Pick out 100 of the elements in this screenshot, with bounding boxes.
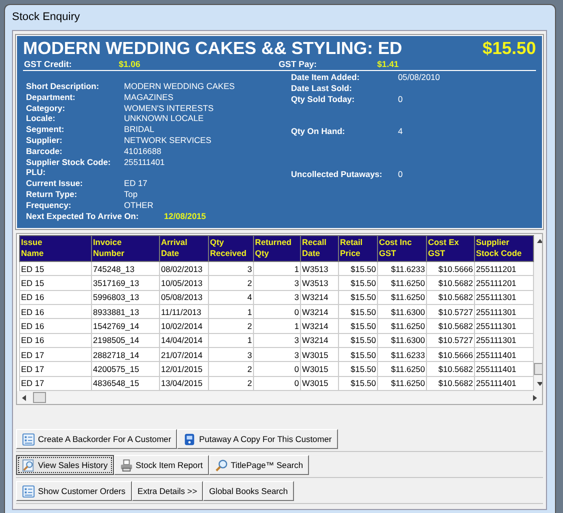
column-header[interactable]: Qty Received bbox=[208, 236, 254, 262]
device-icon bbox=[183, 432, 196, 446]
table-cell: 745248_13 bbox=[92, 262, 160, 276]
table-cell: W3214 bbox=[300, 318, 338, 334]
table-cell: $10.5666 bbox=[426, 262, 474, 276]
toolbar-button[interactable]: View Sales History bbox=[16, 455, 114, 475]
table-cell: W3513 bbox=[300, 276, 338, 290]
scroll-right-icon[interactable] bbox=[532, 394, 538, 402]
table-cell: 2882718_14 bbox=[92, 347, 160, 362]
column-header[interactable]: Supplier Stock Code bbox=[474, 236, 534, 262]
table-cell: 1 bbox=[254, 318, 300, 334]
table-cell: ED 17 bbox=[20, 362, 92, 376]
table-cell: $11.6250 bbox=[378, 362, 426, 376]
table-cell: $10.5727 bbox=[426, 333, 474, 348]
table-cell: 0 bbox=[254, 304, 300, 319]
table-cell: 12/01/2015 bbox=[160, 362, 208, 376]
toolbar-button[interactable]: Create A Backorder For A Customer bbox=[16, 429, 178, 449]
table-cell: $15.50 bbox=[338, 262, 378, 276]
table-cell: $10.5682 bbox=[426, 362, 474, 376]
column-header[interactable]: Cost Ex GST bbox=[426, 236, 474, 262]
table-cell: ED 16 bbox=[20, 333, 92, 348]
table-cell: 10/02/2014 bbox=[160, 318, 208, 334]
table-cell: 2 bbox=[208, 318, 254, 334]
table-cell: 3 bbox=[254, 290, 300, 304]
column-header[interactable]: Retail Price bbox=[338, 236, 378, 262]
field-value: OTHER bbox=[124, 200, 154, 211]
scroll-up-icon[interactable] bbox=[536, 238, 542, 244]
field-label: Category: bbox=[26, 102, 66, 114]
field-label: Locale: bbox=[26, 113, 56, 124]
field-value: 255111401 bbox=[124, 156, 165, 168]
search-icon bbox=[214, 458, 228, 472]
search-icon bbox=[22, 458, 35, 472]
field-value: 05/08/2010 bbox=[398, 72, 440, 83]
scroll-left-icon[interactable] bbox=[21, 394, 27, 402]
column-header[interactable]: Invoice Number bbox=[92, 236, 160, 262]
field-label: Date Last Sold: bbox=[291, 82, 353, 94]
toolbar-button[interactable]: TitlePage™ Search bbox=[208, 455, 310, 475]
field-label: GST Credit: bbox=[23, 59, 73, 69]
table-cell: 11/11/2013 bbox=[160, 304, 208, 319]
column-header[interactable]: Cost Inc GST bbox=[378, 236, 426, 262]
column-header[interactable]: Recall Date bbox=[300, 236, 338, 262]
table-cell: 4 bbox=[208, 290, 254, 304]
toolbar-button[interactable]: Putaway A Copy For This Customer bbox=[177, 429, 338, 449]
table-cell: 3 bbox=[254, 276, 300, 290]
list-icon bbox=[22, 484, 35, 498]
toolbar-button[interactable]: Extra Details >> bbox=[132, 481, 204, 501]
table-cell: W3015 bbox=[300, 362, 338, 376]
table-cell: ED 15 bbox=[20, 276, 92, 290]
field-value: UNKNOWN LOCALE bbox=[124, 113, 204, 124]
table-cell: 1542769_14 bbox=[92, 318, 160, 334]
field-label: Segment: bbox=[26, 124, 66, 135]
table-cell: $10.5682 bbox=[426, 318, 474, 334]
table-cell: $15.50 bbox=[338, 276, 378, 290]
table-cell: W3513 bbox=[300, 262, 338, 276]
column-header[interactable]: Arrival Date bbox=[160, 236, 208, 262]
list-icon bbox=[22, 432, 35, 446]
table-cell: $11.6250 bbox=[378, 276, 426, 290]
scroll-down-icon[interactable] bbox=[536, 381, 542, 387]
field-label: Barcode: bbox=[26, 146, 64, 157]
table-cell: W3015 bbox=[300, 347, 338, 362]
field-value: WOMEN'S INTERESTS bbox=[124, 102, 214, 114]
table-cell: 5996803_13 bbox=[92, 290, 160, 304]
horizontal-scrollbar[interactable] bbox=[17, 391, 542, 404]
toolbar-button[interactable]: Stock Item Report bbox=[114, 455, 209, 475]
table-cell: W3214 bbox=[300, 304, 338, 319]
table-cell: $11.6300 bbox=[378, 304, 426, 319]
table-cell: 1 bbox=[254, 262, 300, 276]
table-cell: 255111201 bbox=[474, 276, 534, 290]
table-cell: $11.6233 bbox=[378, 262, 426, 276]
scroll-thumb[interactable] bbox=[33, 392, 46, 403]
table-cell: $15.50 bbox=[338, 333, 378, 348]
column-header[interactable]: Issue Name bbox=[20, 236, 92, 262]
toolbar-button[interactable]: Show Customer Orders bbox=[16, 481, 132, 501]
window-title: Stock Enquiry bbox=[12, 10, 80, 22]
field-value: 0 bbox=[398, 94, 403, 104]
field-value: MAGAZINES bbox=[124, 92, 174, 103]
table-cell: 255111301 bbox=[474, 290, 534, 304]
table-cell: ED 17 bbox=[20, 347, 92, 362]
table-cell: 0 bbox=[254, 362, 300, 376]
field-value: 12/08/2015 bbox=[164, 210, 206, 222]
table-cell: ED 15 bbox=[20, 262, 92, 276]
table-cell: 21/07/2014 bbox=[160, 347, 208, 362]
table-cell: $15.50 bbox=[338, 304, 378, 319]
field-label: PLU: bbox=[26, 167, 47, 178]
field-value: ED 17 bbox=[124, 178, 148, 189]
table-cell: 10/05/2013 bbox=[160, 276, 208, 290]
table-cell: W3214 bbox=[300, 333, 338, 348]
table-cell: 255111401 bbox=[474, 362, 534, 376]
field-value: MODERN WEDDING CAKES bbox=[124, 81, 235, 92]
table-cell: $15.50 bbox=[338, 347, 378, 362]
field-value: NETWORK SERVICES bbox=[124, 134, 212, 146]
table-cell: 05/08/2013 bbox=[160, 290, 208, 304]
table-cell: 08/02/2013 bbox=[160, 262, 208, 276]
item-title: MODERN WEDDING CAKES && STYLING: ED bbox=[23, 38, 402, 59]
toolbar-button[interactable]: Global Books Search bbox=[203, 481, 294, 501]
table-cell: $10.5682 bbox=[426, 290, 474, 304]
field-value: BRIDAL bbox=[124, 124, 154, 135]
table-cell: 255111301 bbox=[474, 318, 534, 334]
table-cell: 3517169_13 bbox=[92, 276, 160, 290]
column-header[interactable]: Returned Qty bbox=[254, 236, 300, 262]
